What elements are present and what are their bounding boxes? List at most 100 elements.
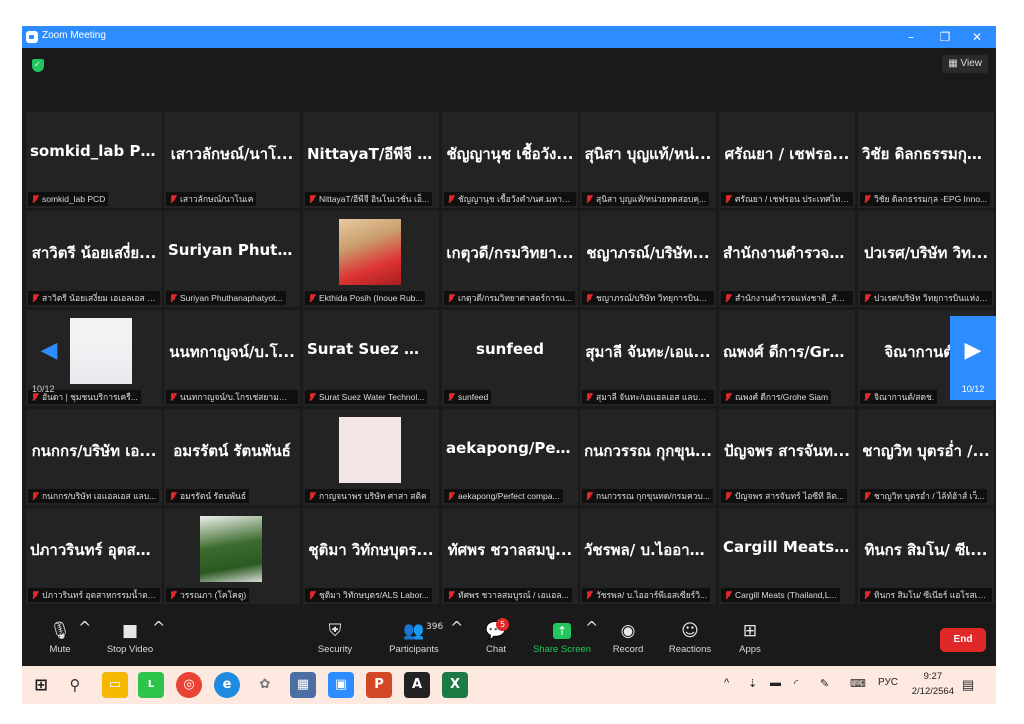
muted-microphone-icon xyxy=(308,195,316,203)
participant-name-text: กนกวรรณ กุกขุนทด/กรมควบ... xyxy=(596,491,710,501)
participant-tile[interactable]: เกตุวดี/กรมวิทยา... เกตุวดี/กรมวิทยาศาสตร… xyxy=(442,211,578,307)
participant-tile[interactable]: ชาญวิท บุตรอ่ำ /... ชาญวิท บุตรอ่ำ / ไล้ท… xyxy=(858,409,994,505)
participant-tile[interactable]: NittayaT/อีพีจี อิ... NittayaT/อีพีจี อิน… xyxy=(303,112,439,208)
muted-microphone-icon xyxy=(447,393,455,401)
participant-name-text: เกตุวดี/กรมวิทยาศาสตร์การแ... xyxy=(458,293,573,303)
keyboard-icon[interactable]: ⌨ xyxy=(850,677,866,690)
battery-icon[interactable]: ▬ xyxy=(770,677,781,689)
participant-tile[interactable]: ทัศพร ชวาลสมบู... ทัศพร ชวาลสมบูรณ์ / เอแ… xyxy=(442,508,578,604)
participant-tile[interactable]: กนกวรรณ กุกขุน... กนกวรรณ กุกขุนทด/กรมควบ… xyxy=(580,409,716,505)
participant-name-text: ปวเรศ/บริษัท วิทยุการบินแห่งป... xyxy=(874,293,992,303)
windows-start-icon[interactable]: ⊞ xyxy=(28,672,54,698)
acrobat-icon[interactable]: A xyxy=(404,672,430,698)
reactions-button[interactable]: ☺ Reactions xyxy=(666,618,714,655)
input-language[interactable]: РУС xyxy=(878,677,898,688)
participant-name-label: ปวเรศ/บริษัท วิทยุการบินแห่งป... xyxy=(860,291,992,305)
tray-chevron-icon[interactable]: ^ xyxy=(724,677,729,689)
participant-name-label: สำนักงานตำรวจแห่งชาติ_สัมฯ... xyxy=(721,291,853,305)
stop-video-button[interactable]: ■ Stop Video xyxy=(102,618,158,655)
participant-tile[interactable]: ปวเรศ/บริษัท วิท... ปวเรศ/บริษัท วิทยุการ… xyxy=(858,211,994,307)
participant-name-text: อมรรัตน์ รัตนพันธ์ xyxy=(180,491,247,501)
participant-tile[interactable]: aekapong/Perf... aekapong/Perfect compa..… xyxy=(442,409,578,505)
usb-icon[interactable]: ⇣ xyxy=(748,677,757,690)
participant-tile[interactable]: Ekthida Posih (Inoue Rub... xyxy=(303,211,439,307)
participant-tile[interactable]: สาวิตรี น้อยเสงี่ย... สาวิตรี น้อยเสงี่ยม… xyxy=(26,211,162,307)
security-button[interactable]: ⛨ Security xyxy=(312,618,358,655)
edge-icon[interactable]: e xyxy=(214,672,240,698)
participant-tile[interactable]: ชุติมา วิทักษบุตร... ชุติมา วิทักษบุตร/AL… xyxy=(303,508,439,604)
participant-name-text: Surat Suez Water Technol... xyxy=(319,392,425,402)
chat-badge: 5 xyxy=(496,618,509,631)
line-app-icon[interactable]: L xyxy=(138,672,164,698)
participant-tile[interactable]: ทินกร สิมโน/ ซีเ... ทินกร สิมโน/ ซีเนียร์… xyxy=(858,508,994,604)
participant-name-label: sunfeed xyxy=(444,390,492,404)
participant-tile[interactable]: เสาวลักษณ์/นาโ... เสาวลักษณ์/นาโนเค xyxy=(164,112,300,208)
participant-tile[interactable]: somkid_lab PCD somkid_lab PCD xyxy=(26,112,162,208)
mute-button[interactable]: 🎙 Mute xyxy=(40,618,80,655)
participant-tile[interactable]: อมรรัตน์ รัตนพันธ์ อมรรัตน์ รัตนพันธ์ xyxy=(164,409,300,505)
encryption-shield-icon[interactable] xyxy=(32,59,44,72)
participant-name-text: sunfeed xyxy=(458,392,489,402)
clock[interactable]: 9:27 2/12/2564 xyxy=(912,669,954,699)
participant-name-label: จิณากานต์/สดช. xyxy=(860,390,938,404)
participant-tile[interactable]: ปัญจพร สารจันท... ปัญจพร สารจันทร์ ไอซีที… xyxy=(719,409,855,505)
powerpoint-icon[interactable]: P xyxy=(366,672,392,698)
pen-icon[interactable]: ✎ xyxy=(820,677,829,690)
participant-tile[interactable]: วัชรพล/ บ.ไออาร์... วัชรพล/ บ.ไออาร์พีเอส… xyxy=(580,508,716,604)
participant-photo xyxy=(70,318,132,384)
end-meeting-button[interactable]: End xyxy=(940,628,986,652)
participant-tile[interactable]: นนทกาญจน์/บ.โ... นนทกาญจน์/บ.โกรเช่สยามจำ… xyxy=(164,310,300,406)
apps-button[interactable]: ⊞ Apps xyxy=(732,618,768,655)
file-explorer-icon[interactable]: ▭ xyxy=(102,672,128,698)
minimize-button[interactable]: – xyxy=(896,28,926,46)
chrome-icon[interactable]: ◎ xyxy=(176,672,202,698)
close-button[interactable]: ✕ xyxy=(962,28,992,46)
participants-count: 396 xyxy=(426,622,444,632)
participant-tile[interactable]: สำนักงานตำรวจแ... สำนักงานตำรวจแห่งชาติ_ส… xyxy=(719,211,855,307)
participant-tile[interactable]: กาญจนาพร บริษัท ศาสา สติค xyxy=(303,409,439,505)
search-icon[interactable]: ⚲ xyxy=(62,672,88,698)
record-button[interactable]: ◉ Record xyxy=(608,618,648,655)
participant-name-text: สำนักงานตำรวจแห่งชาติ_สัมฯ... xyxy=(735,293,853,303)
participant-tile[interactable]: Surat Suez Wat... Surat Suez Water Techno… xyxy=(303,310,439,406)
wifi-icon[interactable]: ◜ xyxy=(794,677,798,690)
participant-tile[interactable]: กนกกร/บริษัท เอ... กนกกร/บริษัท เอแอลเอส … xyxy=(26,409,162,505)
muted-microphone-icon xyxy=(169,591,177,599)
participant-tile[interactable]: ณพงศ์ ดีการ/Gro... ณพงศ์ ดีการ/Grohe Siam xyxy=(719,310,855,406)
participant-tile[interactable]: Cargill Meats (T... Cargill Meats (Thaila… xyxy=(719,508,855,604)
muted-microphone-icon xyxy=(585,591,593,599)
participant-name-large: นนทกาญจน์/บ.โ... xyxy=(169,343,295,361)
participants-chevron-icon[interactable]: ^ xyxy=(450,618,463,637)
participant-tile[interactable]: วิชัย ดิลกธรรมกุล... วิชัย ดิลกธรรมกุล -E… xyxy=(858,112,994,208)
paint-icon[interactable]: ✿ xyxy=(252,672,278,698)
participant-tile[interactable]: ชัญญานุช เชื้อวัง... ชัญญานุช เชื้อวังคำ/… xyxy=(442,112,578,208)
participant-tile[interactable]: sunfeed sunfeed xyxy=(442,310,578,406)
participant-tile[interactable]: วรรณภา (โคโคตู) xyxy=(164,508,300,604)
participant-tile[interactable]: ชญาภรณ์/บริษัท... ชญาภรณ์/บริษัท วิทยุการ… xyxy=(580,211,716,307)
participant-name-large: sunfeed xyxy=(476,340,544,358)
participant-name-label: ทินกร สิมโน/ ซีเนียร์ แอโรสเป... xyxy=(860,588,992,602)
excel-icon[interactable]: X xyxy=(442,672,468,698)
zoom-taskbar-icon[interactable]: ▣ xyxy=(328,672,354,698)
participant-tile[interactable]: ปภาวรินทร์ อุตสา... ปภาวรินทร์ อุตสาหกรรม… xyxy=(26,508,162,604)
participant-tile[interactable]: สุมาลี จันทะ/เอแ... สุมาลี จันทะ/เอแอลเอส… xyxy=(580,310,716,406)
next-page-button[interactable]: ▶ 10/12 xyxy=(950,316,996,400)
participant-tile[interactable]: Suriyan Phutha... Suriyan Phuthanaphatyot… xyxy=(164,211,300,307)
calculator-icon[interactable]: ▦ xyxy=(290,672,316,698)
notifications-icon[interactable]: ▤ xyxy=(962,677,974,693)
video-options-chevron-icon[interactable]: ^ xyxy=(152,618,165,637)
window-title: Zoom Meeting xyxy=(42,30,106,41)
view-button[interactable]: ▦ View xyxy=(942,55,988,73)
participant-name-label: aekapong/Perfect compa... xyxy=(444,489,563,503)
participant-tile[interactable]: สุนิสา บุญแท้/หน่... สุนิสา บุญแท้/หน่วยท… xyxy=(580,112,716,208)
record-icon: ◉ xyxy=(620,621,636,641)
audio-options-chevron-icon[interactable]: ^ xyxy=(78,618,91,637)
participant-name-text: ชุติมา วิทักษบุตร/ALS Labor... xyxy=(319,590,429,600)
participant-tile[interactable]: ศรัณยา / เชฟรอ... ศรัณยา / เชฟรอน ประเทศไ… xyxy=(719,112,855,208)
muted-microphone-icon xyxy=(724,591,732,599)
participant-name-label: NittayaT/อีพีจี อินโนเวชั่น เอ็... xyxy=(305,192,433,206)
restore-button[interactable]: ❐ xyxy=(930,28,960,46)
participant-name-text: จิณากานต์/สดช. xyxy=(874,392,935,402)
previous-page-button[interactable]: ◀ 10/12 xyxy=(26,316,72,400)
share-chevron-icon[interactable]: ^ xyxy=(585,618,598,637)
